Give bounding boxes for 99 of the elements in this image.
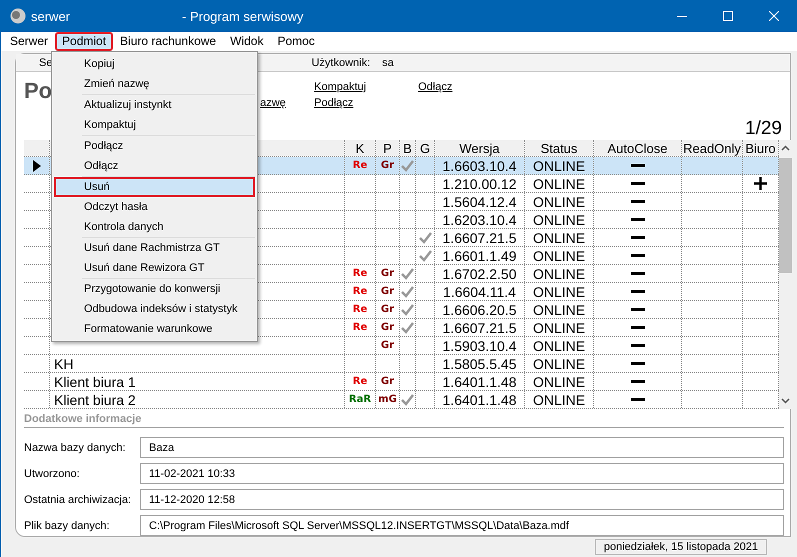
table-cell: Klient biura 1 — [54, 374, 136, 390]
table-cell: Re — [352, 268, 368, 279]
window-title: - Program serwisowy — [182, 8, 304, 24]
menu-item[interactable]: Kompaktuj — [82, 115, 255, 135]
table-cell: ONLINE — [532, 284, 586, 300]
window-title: serwer — [31, 8, 70, 24]
row-pointer-icon — [32, 160, 40, 172]
table-cell: Re — [352, 322, 368, 333]
scrollbar[interactable] — [779, 140, 792, 409]
table-cell: ONLINE — [532, 194, 586, 210]
status-date: poniedziałek, 15 listopada 2021 — [594, 539, 767, 555]
column-header[interactable]: AutoClose — [594, 140, 682, 156]
column-header[interactable]: ReadOnly — [682, 140, 743, 156]
table-cell: 1.6606.20.5 — [442, 302, 516, 318]
table-cell: ONLINE — [532, 356, 586, 372]
scroll-thumb[interactable] — [779, 158, 792, 273]
table-cell: Gr — [380, 340, 394, 351]
menu-item[interactable]: Odbudowa indeksów i statystyk — [82, 299, 255, 319]
table-cell: 1.6401.1.48 — [442, 374, 516, 390]
table-cell: ONLINE — [532, 230, 586, 246]
user-label: Użytkownik: — [311, 56, 370, 69]
field-label: Plik bazy danych: — [24, 520, 111, 532]
table-cell: 1.210.00.12 — [442, 176, 516, 192]
table-cell: ONLINE — [532, 158, 586, 174]
table-cell: Gr — [380, 268, 394, 279]
table-row[interactable]: Klient biura 2 RaR mG 1.6401.1.48 ONLINE — [24, 391, 779, 409]
menu-item[interactable]: Podmiot — [55, 32, 114, 51]
menu-item[interactable]: Podłącz — [82, 136, 255, 156]
input-field[interactable]: 11-02-2021 10:33 — [140, 463, 784, 484]
table-cell: 1.6401.1.48 — [442, 392, 516, 408]
field-label: Ostatnia archiwizacja: — [24, 494, 132, 506]
column-header[interactable]: B — [400, 140, 416, 156]
table-cell: 1.5604.12.4 — [442, 194, 516, 210]
menu-item[interactable]: Pomoc — [270, 32, 322, 51]
link[interactable]: Podłącz — [314, 97, 354, 114]
table-cell: mG — [378, 394, 397, 405]
table-cell: Re — [352, 160, 368, 171]
menu-item[interactable]: Formatowanie warunkowe — [82, 319, 255, 339]
table-cell: 1.6601.1.49 — [442, 248, 516, 264]
table-cell: Klient biura 2 — [54, 392, 136, 408]
table-cell: ONLINE — [532, 212, 586, 228]
scroll-down-icon[interactable] — [781, 398, 790, 404]
input-field[interactable]: Baza — [140, 437, 784, 458]
table-cell: ONLINE — [532, 320, 586, 336]
table-cell: ONLINE — [532, 338, 586, 354]
table-cell: 1.6702.2.50 — [442, 266, 516, 282]
column-header[interactable]: K — [345, 140, 376, 156]
table-cell: Gr — [380, 322, 394, 333]
column-header[interactable]: Wersja — [435, 140, 525, 156]
menu-item[interactable]: Widok — [223, 32, 270, 51]
table-row[interactable]: Klient biura 1 Re Gr 1.6401.1.48 ONLINE — [24, 373, 779, 391]
table-cell: 1.6603.10.4 — [442, 158, 516, 174]
table-cell: 1.6607.21.5 — [442, 320, 516, 336]
table-cell: RaR — [348, 394, 372, 405]
menu-item[interactable]: Zmień nazwę — [82, 74, 255, 94]
table-cell: Gr — [380, 376, 394, 387]
table-cell: ONLINE — [532, 374, 586, 390]
menu-item[interactable]: Usuń — [54, 177, 255, 197]
column-header[interactable]: Status — [525, 140, 594, 156]
table-row[interactable]: KH 1.5805.5.45 ONLINE — [24, 355, 779, 373]
input-field[interactable]: 11-12-2020 12:58 — [140, 489, 784, 510]
menu-item[interactable]: Aktualizuj instynkt — [82, 95, 255, 115]
table-cell: Re — [352, 286, 368, 297]
table-cell: Gr — [380, 304, 394, 315]
input-field[interactable]: C:\Program Files\Microsoft SQL Server\MSSQL12.INSERTGT\MSSQL\Data\Baza.mdf — [140, 515, 784, 536]
scroll-up-icon[interactable] — [781, 145, 790, 151]
table-cell: KH — [54, 356, 74, 372]
menu-item[interactable]: Odłącz — [82, 156, 255, 176]
table-cell: 1.5805.5.45 — [442, 356, 516, 372]
page-title: Po — [24, 78, 52, 104]
table-cell: ONLINE — [532, 392, 586, 408]
table-cell: ONLINE — [532, 302, 586, 318]
table-cell: 1.6203.10.4 — [442, 212, 516, 228]
table-cell: ONLINE — [532, 176, 586, 192]
maximize-icon[interactable] — [723, 11, 733, 21]
column-header[interactable]: G — [416, 140, 435, 156]
user-name: sa — [382, 56, 394, 69]
record-counter: 1/29 — [745, 118, 782, 139]
table-cell: 1.6607.21.5 — [442, 230, 516, 246]
link[interactable]: Kompaktuj — [314, 81, 366, 98]
table-cell: Re — [352, 304, 368, 315]
table-cell: ONLINE — [532, 266, 586, 282]
table-cell: ONLINE — [532, 248, 586, 264]
table-cell: Gr — [380, 286, 394, 297]
column-header[interactable]: P — [376, 140, 400, 156]
table-cell: Re — [352, 376, 368, 387]
link[interactable]: azwę — [260, 97, 286, 114]
link[interactable]: Odłącz — [418, 81, 452, 98]
menu-item[interactable]: Biuro rachunkowe — [113, 32, 224, 51]
menu-item[interactable]: Kopiuj — [82, 54, 255, 74]
table-cell: 1.5903.10.4 — [442, 338, 516, 354]
menu-item[interactable]: Serwer — [3, 32, 56, 51]
table-cell: Gr — [380, 160, 394, 171]
field-label: Nazwa bazy danych: — [24, 442, 126, 454]
section-title: Dodatkowe informacje — [24, 413, 142, 425]
close-icon[interactable] — [769, 11, 779, 21]
globe-icon — [10, 8, 26, 24]
table-cell: 1.6604.11.4 — [443, 284, 516, 300]
field-label: Utworzono: — [24, 468, 81, 480]
